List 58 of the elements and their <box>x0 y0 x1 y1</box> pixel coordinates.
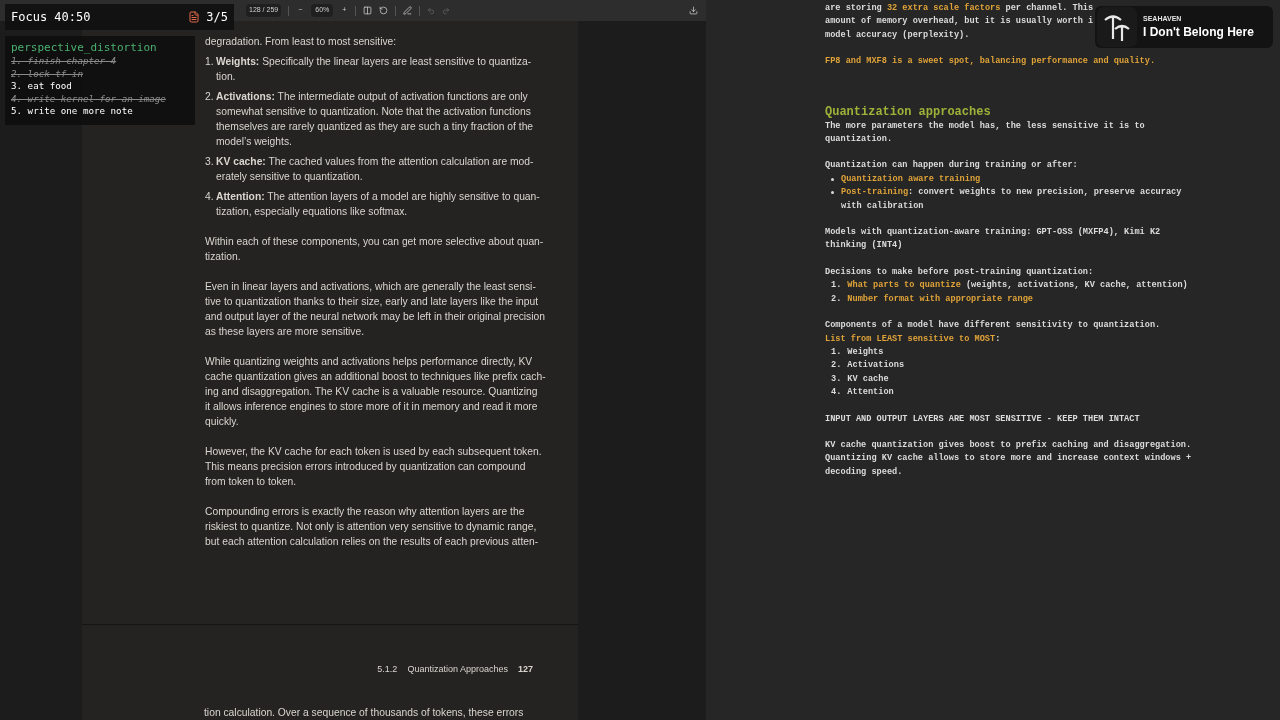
body-paragraph: tion calculation. Over a sequence of thousands of tokens, these errors <box>203 705 524 720</box>
note-list-item: Attention <box>847 386 894 400</box>
note-paragraph: Quantization can happen during training or after: <box>825 159 1078 173</box>
note-paragraph: KV cache quantization gives boost to prefix caching and disaggregation. Quantizing KV cache allows to store more and increase context windows + decoding speed. <box>825 438 1192 479</box>
list-number: 3. <box>831 372 842 386</box>
todo-item: 3. eat food <box>11 80 72 93</box>
body-paragraph: However, the KV cache for each token is used by each subsequent token. This means precision errors introduced by quantization can compound from token to token. <box>205 445 542 489</box>
download-icon[interactable] <box>689 6 698 15</box>
note-paragraph: Models with quantization-aware training: GPT-OSS (MXFP4), Kimi K2 thinking (INT4) <box>825 226 1161 253</box>
list-number: 2. <box>831 292 842 306</box>
draw-icon[interactable] <box>403 6 413 15</box>
note-paragraph: are storing 32 extra scale factors per channel. This amount of memory overhead, but it is usually worth i model accuracy (perplexity). <box>825 2 1094 42</box>
body-paragraph: Compounding errors is exactly the reason why attention layers are the riskiest to quantize. Not only is attention very sensitive to dynamic range, but each attention calculation relies on the results of each previous atten- <box>205 505 539 549</box>
todo-item: 1. finish chapter 4 <box>11 55 117 68</box>
todo-item: 2. lock tf in <box>11 67 83 81</box>
focus-timer: Focus 40:50 <box>11 9 91 26</box>
note-paragraph: INPUT AND OUTPUT LAYERS ARE MOST SENSITIVE - KEEP THEM INTACT <box>825 412 1140 426</box>
list-item-text: Attention: The attention layers of a model are highly sensitive to quan- tization, especially equations like softmax. <box>216 190 540 219</box>
song-title: I Don't Belong Here <box>1143 23 1254 41</box>
note-list-item: KV cache <box>847 372 889 386</box>
session-count: 3/5 <box>206 9 228 26</box>
todo-item: 5. write one more note <box>11 105 133 118</box>
footer-page-number: 127 <box>517 663 533 676</box>
bullet-icon <box>831 191 834 195</box>
list-number: 2. <box>205 90 215 104</box>
list-number: 3. <box>205 155 215 169</box>
footer-section: 5.1.2 <box>377 663 398 677</box>
note-paragraph: Decisions to make before post-training quantization: <box>825 265 1094 279</box>
body-paragraph: Within each of these components, you can get more selective about quan- tization. <box>205 235 544 264</box>
note-list-item: What parts to quantize (weights, activations, KV cache, attention) <box>847 279 1188 293</box>
footer-title: Quantization Approaches <box>407 663 508 676</box>
note-bullet: Post-training: convert weights to new precision, preserve accuracy with calibration <box>841 186 1182 213</box>
list-item-text: Activations: The intermediate output of activation functions are only somewhat sensitive to quantization. Note that the activation functions themselves are rarely quantized as they are such a tiny fraction of the model’s weights. <box>216 90 534 149</box>
body-paragraph: Even in linear layers and activations, which are generally the least sensi- tive to quantization thanks to their size, early and late layers like the input and output layer of the neural network may be left in their original precision as these layers are more sensitive. <box>205 280 545 339</box>
list-item-text: Weights: Specifically the linear layers are least sensitive to quantiza- tion. <box>216 55 532 84</box>
fit-page-icon[interactable] <box>363 6 373 15</box>
note-list-item: Activations <box>847 359 905 373</box>
list-item-text: KV cache: The cached values from the attention calculation are mod- erately sensitive to quantization. <box>216 155 534 184</box>
document-icon <box>188 11 201 23</box>
list-number: 1. <box>831 345 842 359</box>
bullet-icon <box>831 177 834 181</box>
list-number: 4. <box>205 190 215 204</box>
body-paragraph: While quantizing weights and activations helps performance directly, KV cache quantization gives an additional boost to techniques like prefix cach- ing and disaggregation. The KV cache is a valuable resource. Quantizing it allows inference engines to store more of it in memory and read it more quickly. <box>205 355 546 429</box>
todo-item: 4. write kernel for an image <box>11 92 166 106</box>
note-bullet: Quantization aware training <box>841 172 981 186</box>
note-paragraph: FP8 and MXF8 is a sweet spot, balancing performance and quality. <box>825 55 1156 69</box>
rotate-icon[interactable] <box>379 6 389 15</box>
list-number: 2. <box>831 359 842 373</box>
note-list-item: Number format with appropriate range <box>847 292 1033 306</box>
body-paragraph: degradation. From least to most sensitive: <box>205 35 397 49</box>
list-number: 4. <box>831 386 842 400</box>
list-number: 1. <box>205 55 215 69</box>
list-number: 1. <box>831 279 842 293</box>
todo-title: perspective_distortion <box>11 41 157 55</box>
note-paragraph: Components of a model have different sensitivity to quantization. List from LEAST sensitive to MOST: <box>825 319 1161 346</box>
note-list-item: Weights <box>847 345 884 359</box>
note-paragraph: The more parameters the model has, the less sensitive it is to quantization. <box>825 119 1145 147</box>
notes-heading: Quantization approaches <box>825 104 991 120</box>
